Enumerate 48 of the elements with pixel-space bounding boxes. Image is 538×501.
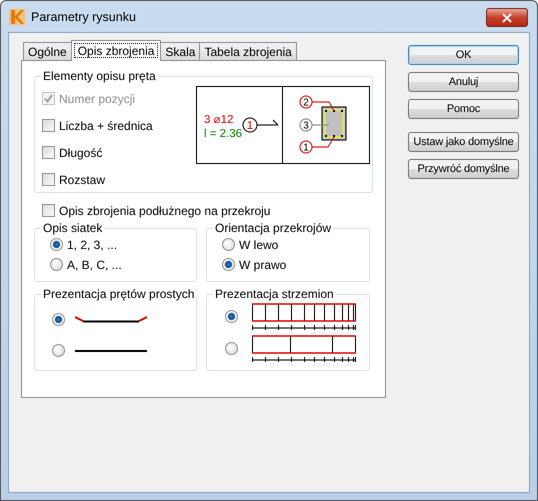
leader-line [256,120,278,126]
radio-button[interactable] [225,342,238,355]
section-drawing [322,106,346,140]
position-marker: 1 [242,118,258,132]
dialog-button[interactable]: Anuluj [408,72,519,92]
dialog-button[interactable]: Przywróć domyślne [408,159,519,179]
radio-label: A, B, C, ... [67,258,122,272]
checkbox[interactable] [42,173,55,186]
tab[interactable]: Skala [160,42,200,60]
window-title: Parametry rysunku [31,10,136,24]
group-title: Prezentacja prętów prostych [42,287,196,301]
radio-label: 1, 2, 3, ... [67,238,118,252]
dialog-button[interactable]: OK [408,45,519,65]
radio-button[interactable] [50,238,63,251]
checkbox-label: Liczba + średnica [59,118,153,132]
tab[interactable]: Tabela zbrojenia [199,42,297,60]
radio-button[interactable] [222,238,235,251]
diagram-label: 3 ⌀12 [204,114,234,126]
dialog-button[interactable]: Pomoc [408,99,519,119]
checkbox[interactable] [42,146,55,159]
diagram-label: l = 2.36 [204,128,242,140]
app-icon [9,8,25,24]
radio-label: W prawo [239,258,286,272]
radio-label: W lewo [239,238,278,252]
tab[interactable]: Opis zbrojenia [70,40,162,61]
group-title: Elementy opisu pręta [42,69,157,83]
checkbox-label: Opis zbrojenia podłużnego na przekroju [59,204,270,218]
checkbox[interactable] [42,119,55,132]
checkbox-label: Długość [59,146,102,160]
close-button[interactable] [486,8,528,27]
group-title: Orientacja przekrojów [214,221,332,235]
radio-button[interactable] [52,313,65,326]
group-title: Opis siatek [42,221,104,235]
radio-button[interactable] [222,258,235,271]
dialog-button[interactable]: Ustaw jako domyślne [408,132,519,152]
leader-line [312,136,334,148]
radio-button[interactable] [225,310,238,323]
radio-button[interactable] [52,344,65,357]
checkbox-label: Rozstaw [59,172,106,186]
checkbox[interactable] [42,204,55,217]
radio-button[interactable] [50,258,63,271]
hooked-bar-drawing [75,316,147,324]
leader-line [312,102,334,112]
leader-line [312,124,330,126]
close-icon [502,12,512,22]
tab[interactable]: Ogólne [23,42,72,60]
checkbox-label: Numer pozycji [59,92,136,106]
group-title: Prezentacja strzemion [214,287,335,301]
